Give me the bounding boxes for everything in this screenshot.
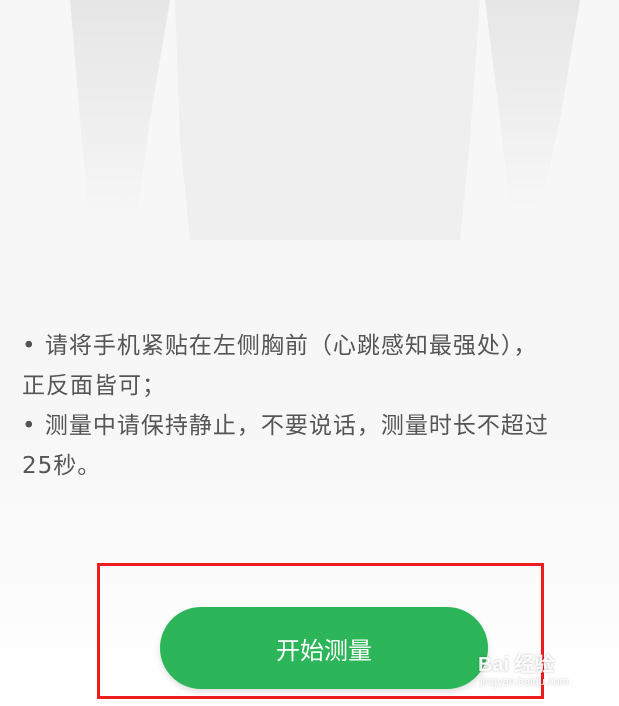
start-measurement-label: 开始测量 (276, 636, 372, 665)
watermark-url-text: jingyan.baidu.com (480, 676, 569, 688)
instruction-line: 25秒。 (22, 453, 102, 479)
instruction-line: 正反面皆可； (22, 373, 166, 399)
instruction-line: • 请将手机紧贴在左侧胸前（心跳感知最强处）， (22, 333, 538, 359)
instruction-line: • 测量中请保持静止，不要说话，测量时长不超过 (22, 413, 549, 439)
measurement-instructions: • 请将手机紧贴在左侧胸前（心跳感知最强处）， 正反面皆可； • 测量中请保持静… (22, 326, 612, 486)
measurement-screen: • 请将手机紧贴在左侧胸前（心跳感知最强处）， 正反面皆可； • 测量中请保持静… (0, 0, 619, 706)
baidu-jingyan-watermark: Bai 经验 jingyan.baidu.com (478, 648, 598, 696)
start-measurement-button[interactable]: 开始测量 (160, 607, 488, 689)
body-silhouette-image (0, 0, 619, 240)
watermark-main-text: Bai 经验 (478, 654, 555, 676)
